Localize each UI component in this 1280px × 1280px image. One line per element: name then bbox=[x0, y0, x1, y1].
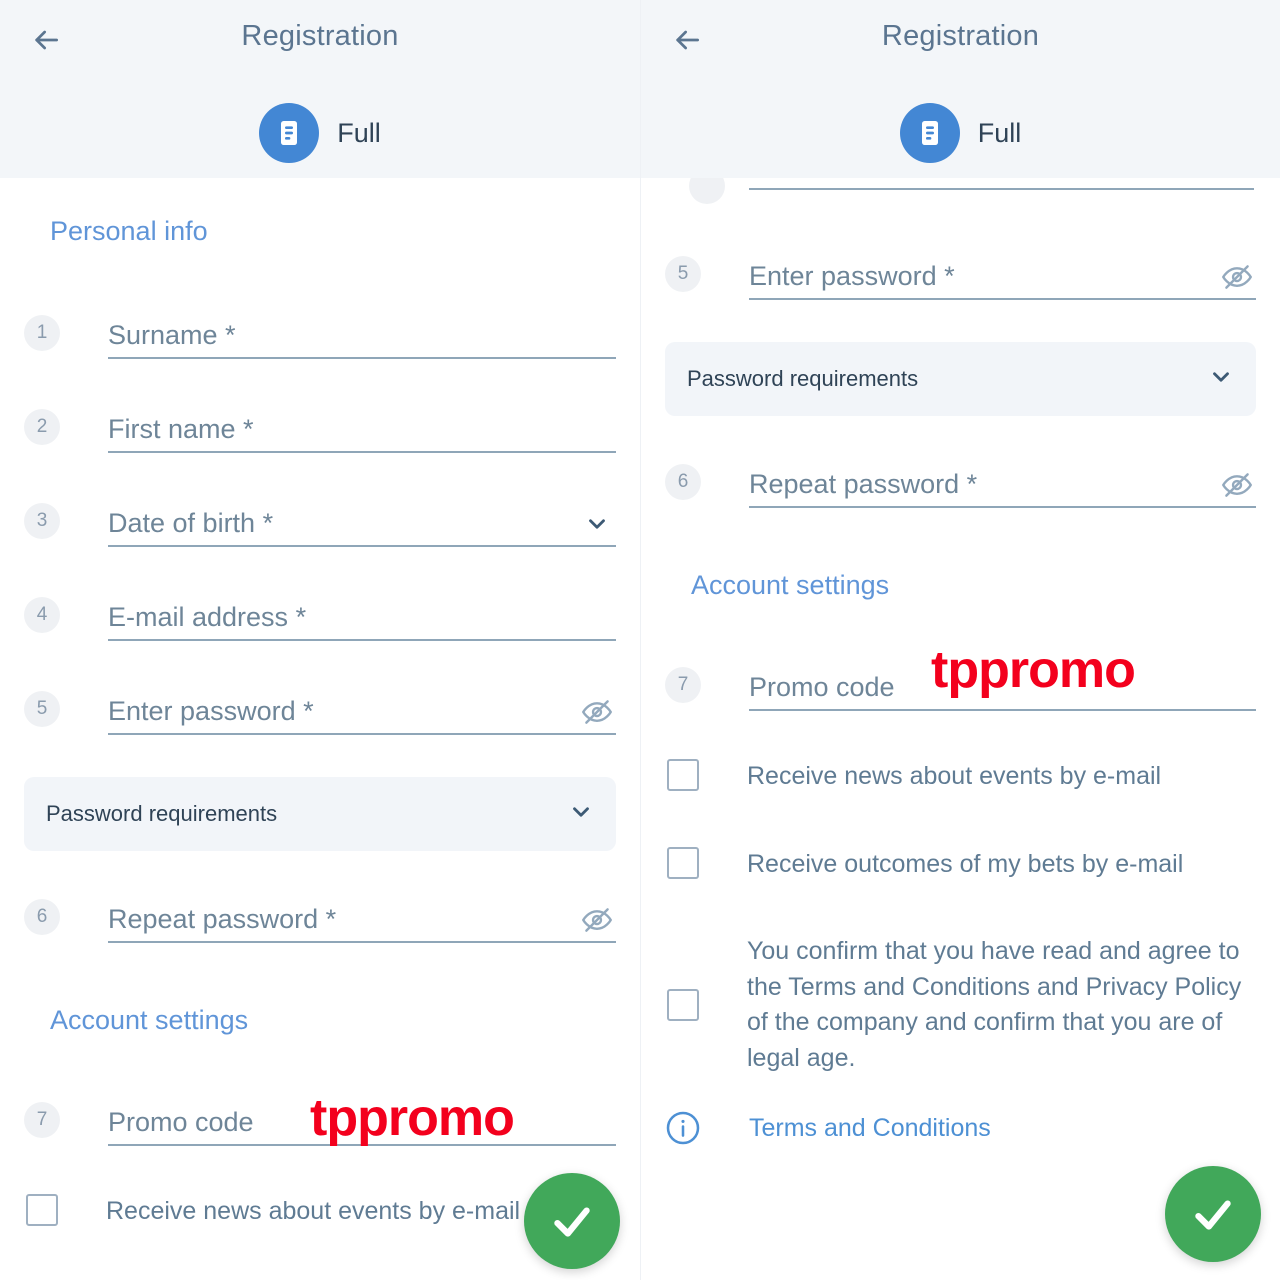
eye-off-icon[interactable] bbox=[1220, 468, 1254, 502]
field-number: 7 bbox=[24, 1102, 60, 1138]
field-label: Repeat password * bbox=[749, 469, 978, 499]
news-checkbox[interactable] bbox=[667, 759, 699, 791]
submit-button[interactable] bbox=[524, 1173, 620, 1269]
field-label: Promo code bbox=[108, 1107, 254, 1137]
field-date-of-birth[interactable]: 3 Date of birth * bbox=[24, 487, 616, 547]
section-heading-account-settings: Account settings bbox=[50, 1005, 249, 1035]
document-form-icon bbox=[899, 103, 960, 163]
check-icon bbox=[1195, 1200, 1231, 1230]
password-requirements-accordion[interactable]: Password requirements bbox=[665, 342, 1256, 416]
registration-type-badge[interactable]: Full bbox=[0, 103, 640, 163]
submit-button[interactable] bbox=[1165, 1166, 1261, 1262]
field-label: Enter password * bbox=[108, 696, 314, 726]
check-icon bbox=[554, 1207, 590, 1237]
password-requirements-label: Password requirements bbox=[46, 801, 278, 826]
field-number: 6 bbox=[665, 464, 701, 500]
repeat-password-input[interactable]: Repeat password * bbox=[108, 904, 616, 943]
terms-checkbox[interactable] bbox=[667, 989, 699, 1021]
field-label: Surname * bbox=[108, 320, 236, 350]
field-repeat-password[interactable]: 6 Repeat password * bbox=[24, 883, 616, 943]
password-requirements-accordion[interactable]: Password requirements bbox=[24, 777, 616, 851]
document-form-icon bbox=[259, 103, 320, 163]
bets-checkbox[interactable] bbox=[667, 846, 699, 879]
email-field[interactable]: E-mail address * bbox=[108, 602, 616, 641]
field-password[interactable]: 5 Enter password * bbox=[24, 675, 616, 735]
password-input[interactable]: Enter password * bbox=[108, 696, 616, 735]
eye-off-icon[interactable] bbox=[580, 695, 614, 729]
news-checkbox[interactable] bbox=[26, 1194, 58, 1226]
eye-off-icon[interactable] bbox=[580, 903, 614, 937]
surname-input[interactable]: Surname * bbox=[108, 320, 616, 359]
field-number: 6 bbox=[24, 899, 60, 935]
field-number: 5 bbox=[24, 691, 60, 727]
app-header-left: Registration Full bbox=[0, 0, 640, 178]
form-scroll-right[interactable]: 5 Enter password * Password requirements bbox=[641, 178, 1280, 1280]
promo-code-input[interactable]: Promo code bbox=[108, 1107, 616, 1146]
field-number: 1 bbox=[24, 315, 60, 351]
chevron-down-icon[interactable] bbox=[580, 507, 614, 541]
field-label: Date of birth * bbox=[108, 508, 274, 538]
chevron-down-icon[interactable] bbox=[1208, 364, 1234, 395]
terms-and-conditions-link-row[interactable]: Terms and Conditions bbox=[665, 1110, 1256, 1146]
field-label: Repeat password * bbox=[108, 904, 337, 934]
field-label: Enter password * bbox=[749, 261, 955, 291]
field-number: 7 bbox=[665, 667, 701, 703]
field-password[interactable]: 5 Enter password * bbox=[665, 240, 1256, 300]
screenshot-panel-right: Registration Full 5 Enter password * Pas… bbox=[640, 0, 1280, 1280]
field-email[interactable]: 4 E-mail address * bbox=[24, 581, 616, 641]
badge-label: Full bbox=[337, 117, 381, 148]
field-repeat-password[interactable]: 6 Repeat password * bbox=[665, 448, 1256, 508]
news-checkbox-label: Receive news about events by e-mail bbox=[106, 1197, 521, 1225]
checkbox-row-news[interactable]: Receive news about events by e-mail bbox=[665, 759, 1256, 795]
password-input[interactable]: Enter password * bbox=[749, 261, 1256, 300]
chevron-down-icon[interactable] bbox=[568, 799, 594, 830]
field-number bbox=[689, 178, 725, 204]
field-label: First name * bbox=[108, 414, 254, 444]
field-label: E-mail address * bbox=[108, 602, 307, 632]
terms-checkbox-label: You confirm that you have read and agree… bbox=[747, 937, 1242, 1072]
checkbox-row-bets[interactable]: Receive outcomes of my bets by e-mail bbox=[665, 846, 1256, 883]
field-first-name[interactable]: 2 First name * bbox=[24, 393, 616, 453]
field-number: 5 bbox=[665, 256, 701, 292]
field-number: 3 bbox=[24, 503, 60, 539]
eye-off-icon[interactable] bbox=[1220, 260, 1254, 294]
email-field-underline bbox=[749, 188, 1254, 190]
field-email-clipped[interactable] bbox=[665, 178, 1256, 204]
field-number: 2 bbox=[24, 409, 60, 445]
promo-code-input[interactable]: Promo code bbox=[749, 672, 1256, 711]
field-promo-code[interactable]: 7 Promo code bbox=[24, 1086, 616, 1146]
section-heading-personal-info: Personal info bbox=[50, 216, 208, 246]
news-checkbox-label: Receive news about events by e-mail bbox=[747, 762, 1162, 790]
repeat-password-input[interactable]: Repeat password * bbox=[749, 469, 1256, 508]
password-requirements-label: Password requirements bbox=[687, 366, 919, 391]
page-title: Registration bbox=[241, 20, 399, 52]
registration-type-badge[interactable]: Full bbox=[641, 103, 1280, 163]
page-title: Registration bbox=[881, 20, 1040, 52]
terms-and-conditions-link[interactable]: Terms and Conditions bbox=[749, 1114, 991, 1143]
field-surname[interactable]: 1 Surname * bbox=[24, 299, 616, 359]
form-scroll-left[interactable]: Personal info 1 Surname * 2 First name *… bbox=[0, 178, 640, 1280]
field-label: Promo code bbox=[749, 672, 895, 702]
first-name-input[interactable]: First name * bbox=[108, 414, 616, 453]
field-promo-code[interactable]: 7 Promo code bbox=[665, 651, 1256, 711]
bets-checkbox-label: Receive outcomes of my bets by e-mail bbox=[747, 849, 1184, 878]
checkbox-row-terms[interactable]: You confirm that you have read and agree… bbox=[665, 934, 1256, 1076]
date-of-birth-input[interactable]: Date of birth * bbox=[108, 508, 616, 547]
app-header-right: Registration Full bbox=[641, 0, 1280, 178]
comparison-stage: Registration Full Personal info 1 Surnam… bbox=[0, 0, 1280, 1280]
badge-label: Full bbox=[977, 117, 1022, 148]
screenshot-panel-left: Registration Full Personal info 1 Surnam… bbox=[0, 0, 640, 1280]
section-heading-account-settings: Account settings bbox=[691, 570, 890, 600]
info-circle-icon[interactable] bbox=[665, 1110, 701, 1146]
field-number: 4 bbox=[24, 597, 60, 633]
